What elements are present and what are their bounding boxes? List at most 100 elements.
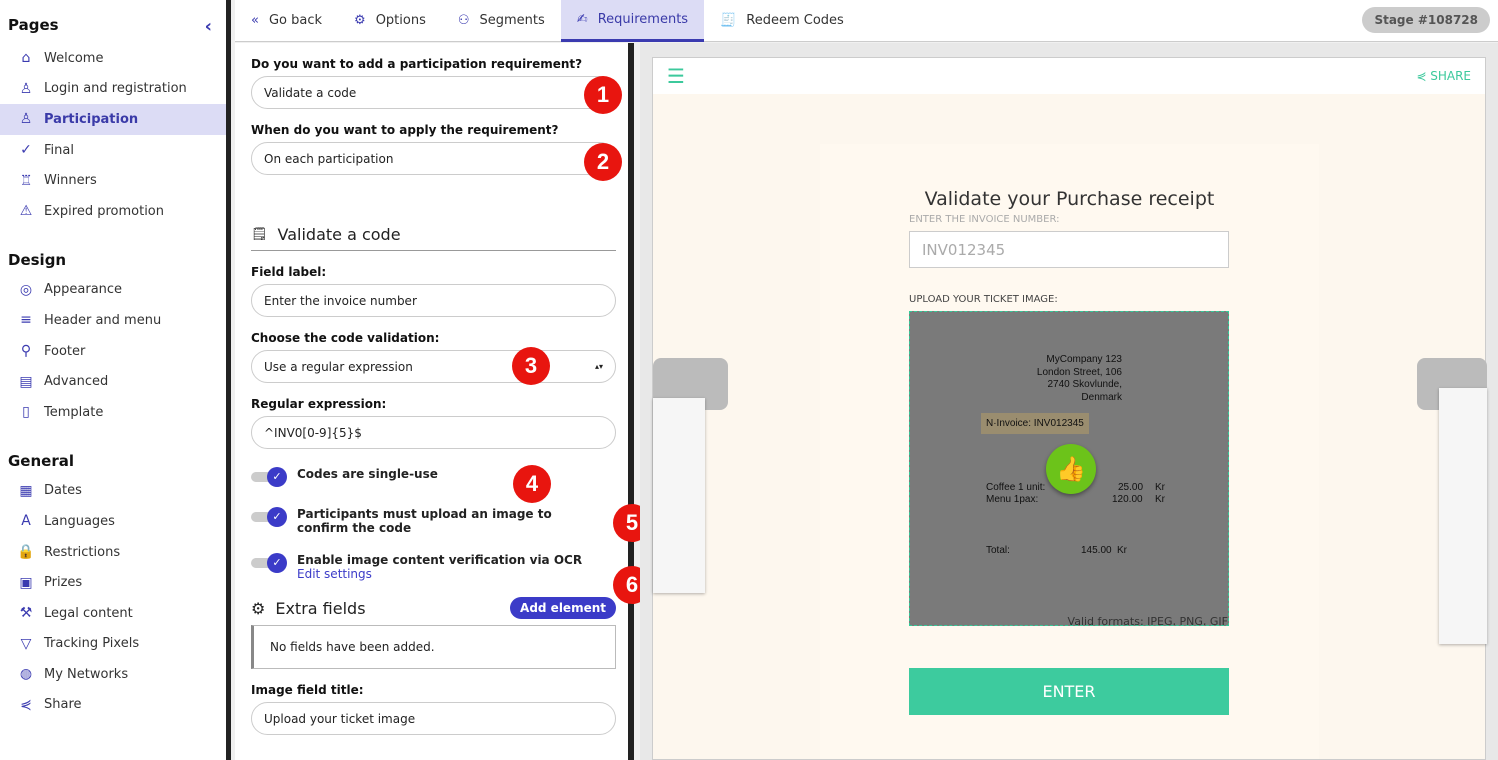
gear-icon: ⚙ bbox=[354, 13, 366, 28]
field-label-label: Field label: bbox=[251, 265, 327, 279]
ocr-toggle[interactable] bbox=[251, 553, 289, 573]
upload-image-toggle[interactable] bbox=[251, 507, 289, 527]
section-title: Design bbox=[8, 250, 67, 269]
sidebar-item-label: Dates bbox=[44, 483, 82, 499]
trophy-icon: ♖ bbox=[19, 172, 33, 189]
gift-icon: ▣ bbox=[19, 574, 33, 591]
sidebar-item-label: Restrictions bbox=[44, 544, 121, 560]
tab-redeem-codes[interactable]: 🧾 Redeem Codes bbox=[704, 0, 860, 42]
receipt-total-label: Total: bbox=[986, 545, 1010, 556]
section-title: Validate a code bbox=[277, 225, 401, 244]
sidebar-item-share[interactable]: ⋞ Share bbox=[0, 690, 226, 721]
tab-go-back[interactable]: « Go back bbox=[235, 0, 338, 42]
requirement-select[interactable]: Validate a code bbox=[251, 76, 616, 109]
sidebar-item-template[interactable]: ▯ Template bbox=[0, 397, 226, 428]
tab-requirements[interactable]: ✍ Requirements bbox=[560, 0, 705, 42]
preview-title: Validate your Purchase receipt bbox=[924, 188, 1215, 210]
share-button[interactable]: ⋞ SHARE bbox=[1416, 69, 1471, 83]
add-element-button[interactable]: Add element bbox=[510, 597, 616, 619]
sidebar-item-header-and-menu[interactable]: ≡ Header and menu bbox=[0, 305, 226, 336]
stamp-icon: ✍ bbox=[576, 11, 588, 27]
q1-label: Do you want to add a participation requi… bbox=[251, 57, 583, 71]
requirements-form: Do you want to add a participation requi… bbox=[235, 43, 628, 760]
scrollbar[interactable] bbox=[628, 43, 634, 760]
sidebar-item-appearance[interactable]: ◎ Appearance bbox=[0, 275, 226, 306]
sidebar-item-expired-promotion[interactable]: ⚠ Expired promotion bbox=[0, 196, 226, 227]
calendar-icon: ▦ bbox=[19, 482, 33, 499]
sidebar-item-label: My Networks bbox=[44, 666, 129, 682]
sidebar-item-tracking-pixels[interactable]: ▽ Tracking Pixels bbox=[0, 629, 226, 660]
sidebar-item-advanced[interactable]: ▤ Advanced bbox=[0, 366, 226, 397]
input-value: Enter the invoice number bbox=[264, 293, 417, 308]
sidebar-item-label: Final bbox=[44, 142, 74, 158]
preview-card: Validate your Purchase receipt ENTER THE… bbox=[820, 144, 1319, 759]
sidebar-item-label: Prizes bbox=[44, 575, 83, 591]
validation-select[interactable]: Use a regular expression ▴▾ bbox=[251, 350, 616, 383]
upload-dropzone[interactable]: MyCompany 123 London Street, 106 2740 Sk… bbox=[909, 311, 1229, 626]
sidebar-item-label: Languages bbox=[44, 513, 115, 529]
image-title-input[interactable]: Upload your ticket image bbox=[251, 702, 616, 735]
sidebar-item-restrictions[interactable]: 🔒 Restrictions bbox=[0, 537, 226, 568]
select-arrows-icon: ▴▾ bbox=[594, 362, 603, 371]
share-icon: ⋞ bbox=[20, 696, 32, 713]
palette-icon: ◎ bbox=[19, 281, 33, 298]
apply-select[interactable]: On each participation bbox=[251, 142, 616, 175]
validation-label: Choose the code validation: bbox=[251, 331, 440, 345]
hamburger-menu-icon[interactable]: ☰ bbox=[667, 64, 685, 88]
sidebar-item-label: Participation bbox=[44, 111, 139, 127]
field-label-input[interactable]: Enter the invoice number bbox=[251, 284, 616, 317]
section-title: General bbox=[8, 451, 74, 470]
regex-input[interactable]: ^INV0[0-9]{5}$ bbox=[251, 416, 616, 449]
input-value: Upload your ticket image bbox=[264, 711, 416, 726]
sidebar-item-final[interactable]: ✓ Final bbox=[0, 135, 226, 166]
tab-label: Go back bbox=[268, 13, 323, 28]
sidebar-item-dates[interactable]: ▦ Dates bbox=[0, 476, 226, 507]
tab-segments[interactable]: ⚇ Segments bbox=[442, 0, 561, 42]
preview-pane: ☰ ⋞ SHARE Validate your Purchase receipt… bbox=[640, 43, 1498, 760]
receipt-price-1: 25.00 bbox=[1118, 482, 1144, 493]
sidebar-item-label: Footer bbox=[44, 343, 86, 359]
sidebar-item-footer[interactable]: ⚲ Footer bbox=[0, 336, 226, 367]
sidebar-item-label: Share bbox=[44, 697, 82, 713]
sidebar-item-participation[interactable]: ♙ Participation bbox=[0, 104, 226, 135]
select-value: Validate a code bbox=[264, 85, 357, 100]
tab-label: Requirements bbox=[597, 11, 689, 27]
receipt-currency: Kr bbox=[1155, 494, 1165, 505]
receipt-company: MyCompany 123 bbox=[1046, 354, 1122, 365]
invoice-input[interactable]: INV012345 bbox=[909, 231, 1229, 268]
edit-settings-link[interactable]: Edit settings bbox=[297, 567, 582, 581]
sidebar-item-welcome[interactable]: ⌂ Welcome bbox=[0, 43, 226, 74]
sidebar-item-label: Login and registration bbox=[44, 81, 187, 97]
sidebar: Pages ‹ ⌂ Welcome ♙ Login and registration ♙ Pa… bbox=[0, 0, 231, 760]
single-use-toggle[interactable] bbox=[251, 467, 289, 487]
sidebar-item-login-and-registration[interactable]: ♙ Login and registration bbox=[0, 74, 226, 105]
sidebar-item-languages[interactable]: A Languages bbox=[0, 506, 226, 537]
sidebar-item-prizes[interactable]: ▣ Prizes bbox=[0, 567, 226, 598]
receipt-item-1: Coffee 1 unit: bbox=[986, 482, 1046, 493]
home-icon: ⌂ bbox=[21, 50, 31, 67]
sidebar-item-winners[interactable]: ♖ Winners bbox=[0, 165, 226, 196]
receipt-total: 145.00 bbox=[1081, 545, 1112, 556]
thumbs-up-icon: 👍 bbox=[1046, 444, 1096, 494]
stage-badge[interactable]: Stage #108728 bbox=[1362, 7, 1490, 33]
tab-label: Options bbox=[375, 13, 426, 28]
tab-label: Redeem Codes bbox=[746, 13, 844, 28]
enter-button[interactable]: ENTER bbox=[909, 668, 1229, 715]
gear-icon: ⚙ bbox=[251, 598, 266, 618]
receipt-country: Denmark bbox=[1081, 391, 1122, 403]
extra-fields-header: ⚙ Extra fields Add element bbox=[251, 597, 616, 619]
upload-image-toggle-row: Participants must upload an image to con… bbox=[251, 507, 601, 535]
share-icon: ⋞ bbox=[1416, 69, 1427, 83]
extra-fields-title: Extra fields bbox=[275, 598, 366, 618]
section-general: General bbox=[0, 442, 226, 476]
sidebar-item-label: Winners bbox=[44, 173, 97, 189]
sidebar-item-my-networks[interactable]: ◍ My Networks bbox=[0, 659, 226, 690]
sidebar-item-label: Template bbox=[44, 404, 104, 420]
receipt-price-2: 120.00 bbox=[1112, 494, 1143, 505]
tab-options[interactable]: ⚙ Options bbox=[338, 0, 442, 42]
warning-icon: ⚠ bbox=[19, 203, 33, 220]
receipt-icon: 🗒 bbox=[251, 227, 268, 242]
receipt-right-illustration bbox=[1439, 388, 1487, 644]
collapse-sidebar-icon[interactable]: ‹ bbox=[205, 16, 212, 37]
sidebar-item-legal-content[interactable]: ⚒ Legal content bbox=[0, 598, 226, 629]
